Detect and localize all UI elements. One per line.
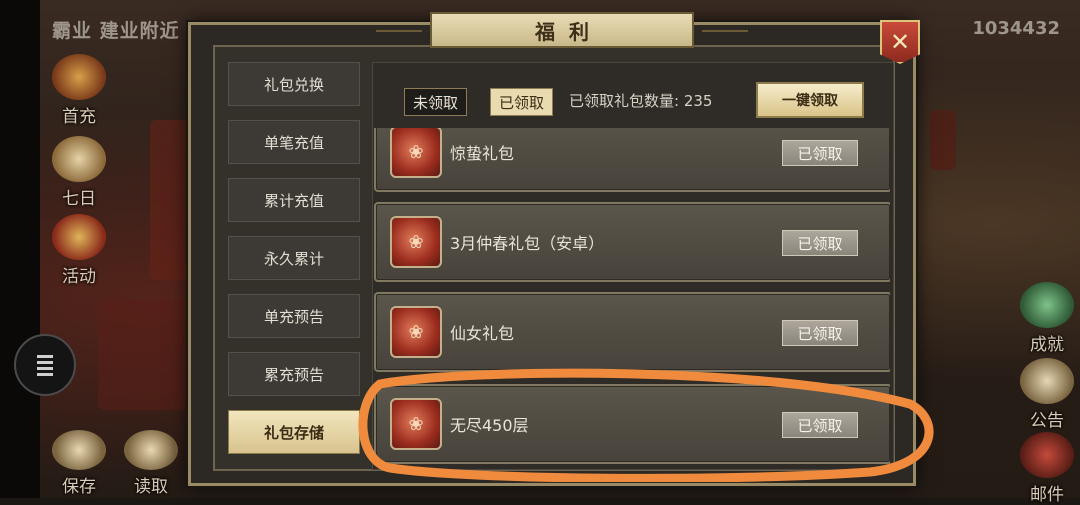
location-title: 霸业 建业附近 — [52, 20, 180, 42]
gift-name: 3月仲春礼包（安卓） — [450, 234, 605, 253]
save-button[interactable]: 保存 — [44, 430, 114, 497]
first-recharge-label: 首充 — [62, 107, 96, 127]
tab-permanent-cumulative[interactable]: 永久累计 — [228, 236, 360, 280]
gift-name: 仙女礼包 — [450, 324, 515, 343]
activity-icon — [52, 214, 106, 260]
filter-claimed-button[interactable]: 已领取 — [490, 88, 554, 116]
mail-icon — [1020, 432, 1074, 478]
announcement-label: 公告 — [1030, 411, 1064, 431]
scroll-icon — [124, 430, 178, 470]
activity-button[interactable]: 活动 — [44, 214, 114, 287]
achievement-icon — [1020, 282, 1074, 328]
dialog-title-plate: 福利 — [376, 12, 748, 48]
gift-bag-icon: ❀ — [390, 128, 442, 178]
tab-single-recharge-preview[interactable]: 单充预告 — [228, 294, 360, 338]
gift-row: ❀ 3月仲春礼包（安卓） 已领取 — [374, 202, 890, 282]
activity-label: 活动 — [62, 267, 96, 287]
announcement-button[interactable]: 公告 — [1012, 358, 1080, 431]
tab-cumulative-recharge-preview[interactable]: 累充预告 — [228, 352, 360, 396]
load-label: 读取 — [134, 477, 168, 497]
currency-count: 1034432 — [972, 18, 1060, 39]
gift-bag-icon: ❀ — [390, 216, 442, 268]
first-recharge-button[interactable]: 首充 — [44, 54, 114, 127]
seven-day-icon — [52, 136, 106, 182]
achievement-button[interactable]: 成就 — [1012, 282, 1080, 355]
tab-cumulative-recharge[interactable]: 累计充值 — [228, 178, 360, 222]
gift-name: 无尽450层 — [450, 416, 529, 435]
announcement-icon — [1020, 358, 1074, 404]
seven-day-button[interactable]: 七日 — [44, 136, 114, 209]
claim-all-button[interactable]: 一键领取 — [756, 82, 864, 118]
load-button[interactable]: 读取 — [116, 430, 186, 497]
claimed-button[interactable]: 已领取 — [782, 320, 858, 346]
title-decoration-right — [702, 30, 748, 32]
save-label: 保存 — [62, 477, 96, 497]
dialog-nav: 礼包兑换 单笔充值 累计充值 永久累计 单充预告 累充预告 礼包存储 — [228, 62, 360, 468]
claimed-count-label: 已领取礼包数量: 235 — [569, 92, 713, 110]
background-prop-desk — [98, 300, 198, 410]
achievement-label: 成就 — [1030, 335, 1064, 355]
tab-gift-redeem[interactable]: 礼包兑换 — [228, 62, 360, 106]
title-decoration-left — [376, 30, 422, 32]
claimed-button[interactable]: 已领取 — [782, 140, 858, 166]
gift-toolbar: 未领取 已领取 已领取礼包数量: 235 一键领取 — [372, 62, 892, 128]
filter-unclaimed-button[interactable]: 未领取 — [404, 88, 468, 116]
tab-single-recharge[interactable]: 单笔充值 — [228, 120, 360, 164]
background-prop-lantern — [930, 110, 956, 170]
mail-button[interactable]: 邮件 — [1012, 432, 1080, 505]
menu-icon — [37, 352, 53, 379]
scroll-icon — [52, 430, 106, 470]
seven-day-label: 七日 — [62, 189, 96, 209]
gift-list[interactable]: ❀ 惊蛰礼包 已领取 ❀ 3月仲春礼包（安卓） 已领取 ❀ 仙女礼包 已领取 ❀… — [374, 128, 890, 466]
mail-label: 邮件 — [1030, 485, 1064, 505]
close-icon: ✕ — [889, 28, 911, 56]
first-recharge-icon — [52, 54, 106, 100]
tab-gift-storage[interactable]: 礼包存储 — [228, 410, 360, 454]
claimed-button[interactable]: 已领取 — [782, 412, 858, 438]
dialog-title: 福利 — [535, 19, 603, 44]
gift-row: ❀ 无尽450层 已领取 — [374, 384, 890, 464]
gift-bag-icon: ❀ — [390, 398, 442, 450]
gift-name: 惊蛰礼包 — [450, 144, 515, 163]
gift-row: ❀ 惊蛰礼包 已领取 — [374, 128, 890, 192]
gift-row: ❀ 仙女礼包 已领取 — [374, 292, 890, 372]
side-menu-button[interactable] — [14, 334, 76, 396]
claimed-button[interactable]: 已领取 — [782, 230, 858, 256]
gift-bag-icon: ❀ — [390, 306, 442, 358]
screen-edge-shade — [0, 0, 40, 498]
